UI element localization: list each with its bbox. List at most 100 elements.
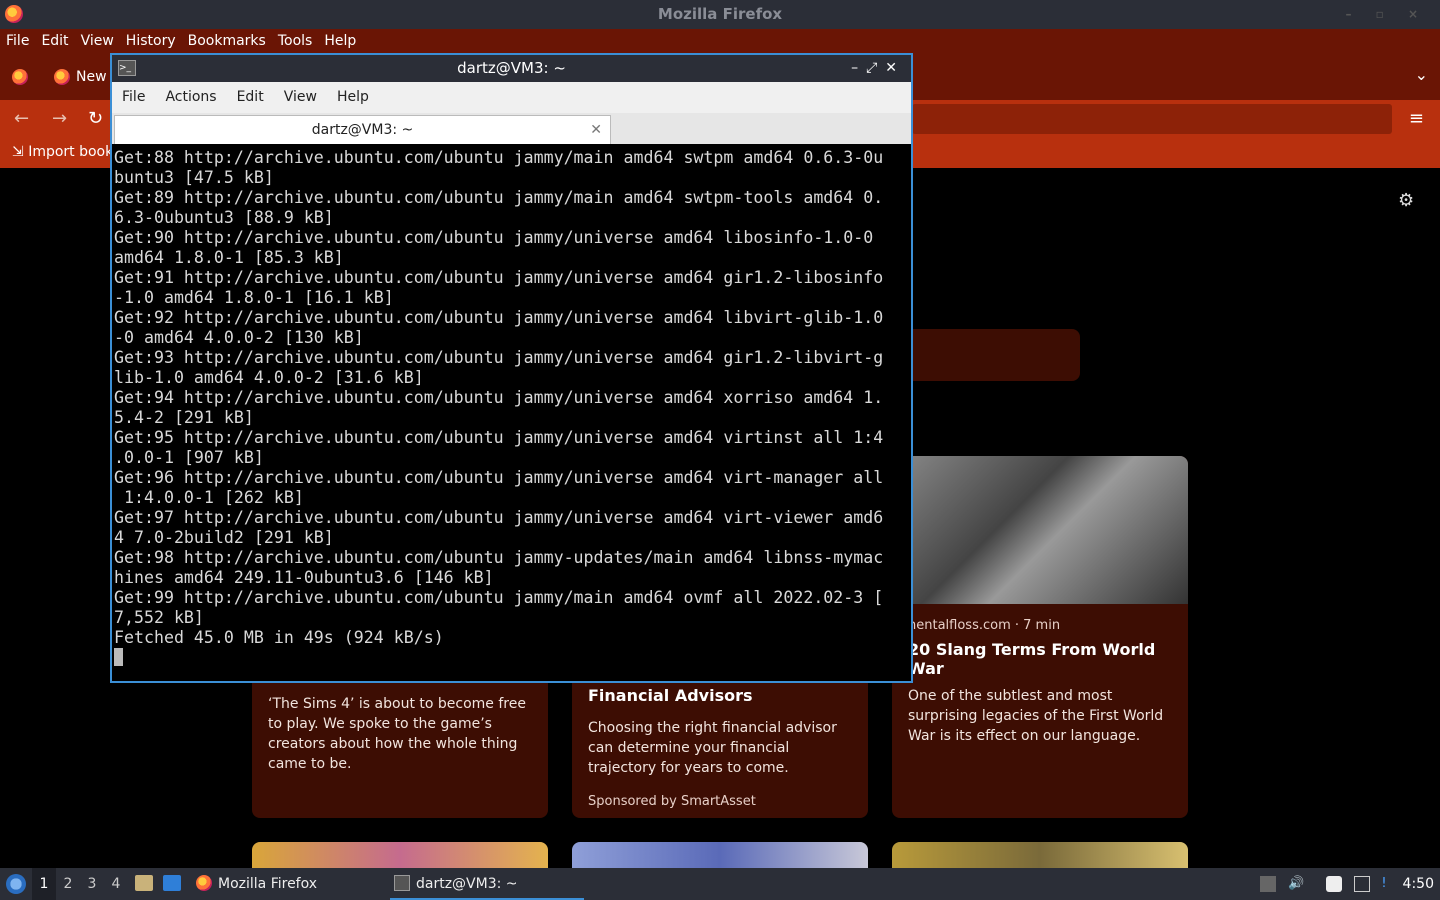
terminal-window[interactable]: >_ dartz@VM3: ~ –⤢✕ File Actions Edit View H… — [110, 53, 913, 683]
terminal-line: 4 7.0-2build2 [291 kB] — [114, 528, 334, 547]
term-menu-edit[interactable]: Edit — [227, 82, 274, 113]
terminal-line: 7,552 kB] — [114, 608, 204, 627]
list-all-tabs-chevron-icon[interactable]: ⌄ — [1415, 65, 1428, 84]
story-card-title: 20 Slang Terms From World War — [908, 640, 1156, 678]
firefox-tab-new[interactable]: New — [46, 61, 107, 93]
terminal-line: Get:99 http://archive.ubuntu.com/ubuntu … — [114, 588, 884, 607]
network-icon[interactable] — [1354, 876, 1370, 892]
story-card-sponsor: Sponsored by SmartAsset — [588, 794, 756, 809]
taskbar-firefox-label: Mozilla Firefox — [218, 876, 318, 892]
minimize-icon[interactable]: – — [851, 60, 866, 76]
ff-menu-edit[interactable]: Edit — [35, 29, 74, 53]
story-card-3[interactable]: nentalfloss.com · 7 min 20 Slang Terms F… — [892, 456, 1188, 818]
term-menu-actions[interactable]: Actions — [155, 82, 226, 113]
workspace-2[interactable]: 2 — [56, 868, 80, 900]
workspace-1[interactable]: 1 — [32, 868, 56, 900]
terminal-line: Get:88 http://archive.ubuntu.com/ubuntu … — [114, 148, 884, 167]
terminal-line: Get:95 http://archive.ubuntu.com/ubuntu … — [114, 428, 884, 447]
terminal-line: Get:97 http://archive.ubuntu.com/ubuntu … — [114, 508, 884, 527]
terminal-line: 1:4.0.0-1 [262 kB] — [114, 488, 304, 507]
show-desktop-icon[interactable] — [163, 875, 181, 891]
terminal-tabbar: dartz@VM3: ~ ✕ — [112, 113, 911, 144]
story-card-description: ‘The Sims 4’ is about to become free to … — [268, 696, 526, 772]
term-menu-file[interactable]: File — [112, 82, 155, 113]
firefox-url-bar[interactable] — [912, 104, 1392, 134]
terminal-line: -0 amd64 4.0.0-2 [130 kB] — [114, 328, 364, 347]
volume-icon[interactable]: 🔊 — [1288, 876, 1304, 892]
forward-arrow-icon[interactable]: → — [52, 108, 67, 129]
ff-menu-file[interactable]: File — [0, 29, 35, 53]
story-card-image — [892, 456, 1188, 604]
term-menu-view[interactable]: View — [274, 82, 327, 113]
terminal-line: -1.0 amd64 1.8.0-1 [16.1 kB] — [114, 288, 394, 307]
terminal-line: .0.0-1 [907 kB] — [114, 448, 264, 467]
terminal-line: 5.4-2 [291 kB] — [114, 408, 254, 427]
ff-menu-bookmarks[interactable]: Bookmarks — [182, 29, 272, 53]
newtab-search-box[interactable] — [912, 329, 1080, 381]
terminal-line: Get:92 http://archive.ubuntu.com/ubuntu … — [114, 308, 884, 327]
taskbar: 1 2 3 4 Mozilla Firefox dartz@VM3: ~ 🔊 !… — [0, 868, 1440, 900]
terminal-prompt-line — [114, 648, 894, 668]
terminal-menubar: File Actions Edit View Help — [112, 82, 911, 113]
firefox-window-controls[interactable]: – ▫ × — [1345, 0, 1428, 29]
hamburger-menu-icon[interactable]: ≡ — [1409, 108, 1424, 129]
clipboard-icon[interactable] — [1326, 876, 1342, 892]
story-card-title: Financial Advisors — [588, 686, 753, 705]
ff-menu-tools[interactable]: Tools — [272, 29, 319, 53]
terminal-cursor — [114, 648, 123, 666]
terminal-line: Get:93 http://archive.ubuntu.com/ubuntu … — [114, 348, 884, 367]
taskbar-terminal-label: dartz@VM3: ~ — [416, 876, 518, 892]
terminal-tab-title: dartz@VM3: ~ — [311, 122, 414, 138]
notification-icon[interactable]: ! — [1376, 876, 1392, 892]
settings-gear-icon[interactable]: ⚙ — [1398, 190, 1414, 211]
story-card-description: Choosing the right financial advisor can… — [588, 720, 837, 776]
terminal-line: lib-1.0 amd64 4.0.0-2 [31.6 kB] — [114, 368, 424, 387]
terminal-line: Get:91 http://archive.ubuntu.com/ubuntu … — [114, 268, 884, 287]
terminal-line: 6.3-0ubuntu3 [88.9 kB] — [114, 208, 334, 227]
terminal-line: Get:98 http://archive.ubuntu.com/ubuntu … — [114, 548, 884, 567]
term-menu-help[interactable]: Help — [327, 82, 379, 113]
back-arrow-icon[interactable]: ← — [14, 108, 29, 129]
firefox-logo-icon — [5, 5, 23, 23]
workspace-4[interactable]: 4 — [104, 868, 128, 900]
reload-icon[interactable]: ↻ — [88, 108, 103, 129]
story-card-source: nentalfloss.com · 7 min — [908, 618, 1061, 633]
firefox-tab-label: New — [76, 69, 107, 85]
terminal-titlebar[interactable]: >_ dartz@VM3: ~ –⤢✕ — [112, 55, 911, 82]
terminal-line: Get:89 http://archive.ubuntu.com/ubuntu … — [114, 188, 884, 207]
clock[interactable]: 4:50 — [1403, 868, 1434, 900]
import-bookmarks-label: Import book — [28, 144, 114, 160]
terminal-line: amd64 1.8.0-1 [85.3 kB] — [114, 248, 344, 267]
update-icon[interactable] — [1260, 876, 1276, 892]
terminal-line: hines amd64 249.11-0ubuntu3.6 [146 kB] — [114, 568, 494, 587]
terminal-icon: >_ — [118, 60, 136, 76]
story-card-description: One of the subtlest and most surprising … — [908, 688, 1164, 744]
firefox-menubar: File Edit View History Bookmarks Tools Help — [0, 29, 1440, 53]
firefox-titlebar: Mozilla Firefox – ▫ × — [0, 0, 1440, 29]
ff-menu-help[interactable]: Help — [318, 29, 362, 53]
file-manager-icon[interactable] — [135, 875, 153, 891]
tab-close-icon[interactable]: ✕ — [590, 116, 602, 144]
firefox-window-title: Mozilla Firefox — [657, 5, 783, 23]
app-menu-icon[interactable] — [6, 874, 26, 894]
firefox-tab-icon — [54, 69, 70, 85]
taskbar-terminal[interactable]: dartz@VM3: ~ — [390, 868, 584, 900]
terminal-line: Get:90 http://archive.ubuntu.com/ubuntu … — [114, 228, 874, 247]
terminal-icon — [394, 875, 410, 891]
taskbar-firefox[interactable]: Mozilla Firefox — [192, 868, 408, 900]
firefox-icon — [196, 875, 212, 891]
close-icon[interactable]: ✕ — [885, 60, 905, 76]
terminal-line: Get:96 http://archive.ubuntu.com/ubuntu … — [114, 468, 884, 487]
import-bookmarks-button[interactable]: ⇲ Import book — [12, 144, 113, 160]
terminal-tab[interactable]: dartz@VM3: ~ ✕ — [114, 115, 611, 144]
maximize-icon[interactable]: ⤢ — [866, 60, 885, 76]
workspace-3[interactable]: 3 — [80, 868, 104, 900]
terminal-output[interactable]: Get:88 http://archive.ubuntu.com/ubuntu … — [114, 148, 894, 678]
ff-menu-history[interactable]: History — [120, 29, 182, 53]
terminal-line: Fetched 45.0 MB in 49s (924 kB/s) — [114, 628, 444, 647]
terminal-line: buntu3 [47.5 kB] — [114, 168, 274, 187]
firefox-view-icon[interactable] — [12, 69, 28, 85]
ff-menu-view[interactable]: View — [75, 29, 120, 53]
terminal-window-title: dartz@VM3: ~ — [457, 59, 566, 77]
terminal-line: Get:94 http://archive.ubuntu.com/ubuntu … — [114, 388, 884, 407]
